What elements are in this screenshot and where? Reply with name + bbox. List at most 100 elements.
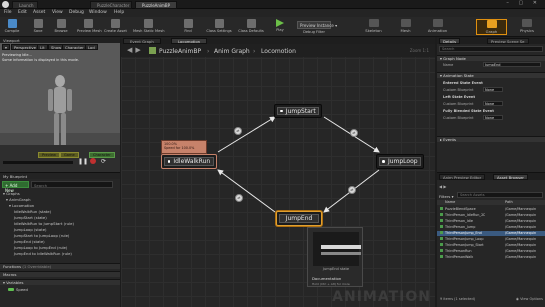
- mode-mesh[interactable]: Mesh: [390, 19, 421, 35]
- menu-window[interactable]: Window: [89, 10, 107, 15]
- preview-mesh-button[interactable]: Preview Mesh: [77, 18, 102, 36]
- find-button[interactable]: Find: [177, 18, 199, 36]
- mode-physics[interactable]: Physics: [510, 19, 544, 35]
- back-forward-icon[interactable]: ◀▶: [127, 46, 144, 54]
- transition-rule-icon[interactable]: ⇄: [350, 129, 358, 137]
- blueprint-search-input[interactable]: Search: [31, 181, 113, 188]
- state-weight-line-2: Speed for 100.0%: [164, 146, 195, 150]
- table-row[interactable]: ThirdPersonJump_Start/Game/Mannequin: [437, 243, 545, 248]
- custom-blueprint-select[interactable]: None: [483, 87, 503, 92]
- asset-search-input[interactable]: Search Assets: [457, 192, 543, 198]
- tree-locomotion[interactable]: ▾ Locomotion: [9, 203, 34, 208]
- add-new-button[interactable]: + Add New: [2, 181, 29, 193]
- transition-rule-icon[interactable]: ⇄: [348, 186, 356, 194]
- class-settings-button[interactable]: Class Settings: [204, 18, 234, 36]
- perspective-button[interactable]: Perspective: [11, 44, 39, 50]
- state-node-jumpend[interactable]: JumpEnd: [276, 211, 322, 226]
- browser-nav-icon[interactable]: ◀ ▶: [439, 184, 446, 189]
- tree-item[interactable]: JumpStart (state): [14, 215, 47, 220]
- table-row[interactable]: ThirdPersonRun/Game/Mannequin: [437, 249, 545, 254]
- game-toggle[interactable]: Game: [60, 152, 79, 158]
- variable-speed[interactable]: Speed: [8, 287, 28, 292]
- menu-file[interactable]: File: [4, 10, 12, 15]
- play-button[interactable]: Play: [269, 18, 291, 36]
- breadcrumb-puzzleanimbp[interactable]: PuzzleAnimBP: [159, 48, 201, 55]
- table-row[interactable]: ThirdPerson_IdleRun_2D/Game/Mannequin: [437, 213, 545, 218]
- variables-section[interactable]: ▾ Variables: [0, 279, 120, 285]
- table-row[interactable]: ThirdPerson_Jump/Game/Mannequin: [437, 225, 545, 230]
- name-field[interactable]: JumpEnd: [483, 62, 541, 67]
- menu-debug[interactable]: Debug: [69, 10, 84, 15]
- animation-icon: [432, 19, 443, 27]
- tree-item[interactable]: JumpEnd (state): [14, 239, 45, 244]
- breadcrumb-animgraph[interactable]: Anim Graph: [214, 48, 250, 55]
- window-controls[interactable]: – ▢ ✕: [506, 0, 541, 6]
- viewport-options-button[interactable]: ▾: [2, 44, 10, 50]
- lod-button[interactable]: Lod: [85, 44, 98, 50]
- tab-launch[interactable]: Launch: [12, 1, 38, 9]
- state-node-idlewalkrun[interactable]: IdleWalkRun: [161, 154, 217, 169]
- table-row-selected[interactable]: ThirdPersonJump_End/Game/Mannequin: [437, 231, 545, 236]
- character-toggle[interactable]: Character: [89, 152, 115, 158]
- section-animation-state[interactable]: ▾ Animation State: [437, 72, 545, 78]
- browse-button[interactable]: Browse: [50, 18, 72, 36]
- table-row[interactable]: PuzzleBlendSpace/Game/Mannequin: [437, 207, 545, 212]
- lit-button[interactable]: Lit: [37, 44, 48, 50]
- float-var-icon: [8, 288, 14, 291]
- functions-section[interactable]: Functions (1 Overridable): [0, 263, 120, 269]
- tree-item[interactable]: JumpLoop (state): [14, 227, 47, 232]
- mode-graph[interactable]: Graph: [476, 19, 507, 35]
- state-node-jumpstart[interactable]: JumpStart: [274, 104, 322, 118]
- breadcrumb-locomotion[interactable]: Locomotion: [261, 48, 296, 55]
- pause-icon[interactable]: ❚❚: [78, 158, 88, 165]
- tree-item[interactable]: IdleWalkRun (state): [14, 209, 51, 214]
- mode-animation[interactable]: Animation: [422, 19, 453, 35]
- custom-blueprint-select[interactable]: None: [483, 101, 503, 106]
- transition-rule-icon[interactable]: ⇄: [235, 194, 243, 202]
- custom-blueprint-select[interactable]: None: [483, 115, 503, 120]
- menu-edit[interactable]: Edit: [18, 10, 27, 15]
- timeline-track[interactable]: [3, 161, 73, 164]
- thumbnail-bar: [321, 245, 361, 249]
- state-tooltip: JumpEnd state Documentation Hold (Ctrl +…: [307, 227, 363, 287]
- tree-graphs[interactable]: ▾ Graphs: [3, 191, 20, 196]
- tree-item[interactable]: JumpStart to JumpLoop (rule): [14, 233, 69, 238]
- filters-button[interactable]: Filters ▾: [439, 194, 454, 199]
- static-mesh-button[interactable]: Mesh Static Mesh: [133, 18, 164, 36]
- save-button[interactable]: Save: [27, 18, 49, 36]
- menu-asset[interactable]: Asset: [33, 10, 45, 15]
- preview-toggle[interactable]: Preview: [38, 152, 60, 158]
- class-defaults-button[interactable]: Class Defaults: [236, 18, 266, 36]
- record-icon[interactable]: [90, 158, 96, 164]
- tab-puzzle-animbp[interactable]: PuzzleAnimBP: [135, 1, 177, 9]
- view-options-button[interactable]: ◉ View Options: [516, 297, 543, 301]
- transition-rule-icon[interactable]: ⇄: [234, 127, 242, 135]
- table-row[interactable]: ThirdPersonWalk/Game/Mannequin: [437, 255, 545, 260]
- custom-blueprint-label: Custom Blueprint: [443, 116, 474, 120]
- menu-help[interactable]: Help: [114, 10, 124, 15]
- tab-puzzle-character[interactable]: PuzzleCharacter: [90, 1, 132, 9]
- macros-section[interactable]: Macros: [0, 271, 120, 277]
- tree-item[interactable]: IdleWalkRun to JumpStart (rule): [14, 221, 74, 226]
- table-row[interactable]: ThirdPersonJump_Loop/Game/Mannequin: [437, 237, 545, 242]
- tree-item[interactable]: JumpEnd to IdleWalkRun (rule): [14, 251, 72, 256]
- character-button[interactable]: Character: [62, 44, 87, 50]
- column-name[interactable]: Name: [445, 200, 485, 204]
- mode-skeleton[interactable]: Skeleton: [358, 19, 389, 35]
- tree-animgraph[interactable]: ▾ AnimGraph: [6, 197, 31, 202]
- breadcrumb-separator: ›: [253, 48, 256, 55]
- create-asset-button[interactable]: Create Asset: [104, 18, 127, 36]
- tree-item[interactable]: JumpLoop to JumpEnd (rule): [14, 245, 67, 250]
- debug-filter-dropdown[interactable]: Preview Instance ▾: [297, 21, 337, 29]
- table-row[interactable]: ThirdPerson_Idle/Game/Mannequin: [437, 219, 545, 224]
- menu-view[interactable]: View: [52, 10, 63, 15]
- details-search-input[interactable]: Search: [439, 46, 543, 52]
- loop-icon[interactable]: ⟳: [101, 158, 106, 165]
- state-machine-graph[interactable]: ◀▶ PuzzleAnimBP › Anim Graph › Locomotio…: [121, 44, 435, 307]
- section-graph-node[interactable]: ▾ Graph Node: [437, 55, 545, 61]
- section-events[interactable]: ▸ Events: [437, 136, 545, 142]
- state-node-jumploop[interactable]: JumpLoop: [376, 154, 424, 169]
- compile-button[interactable]: Compile: [1, 18, 23, 36]
- class-defaults-icon: [246, 19, 256, 28]
- column-path[interactable]: Path: [505, 200, 545, 204]
